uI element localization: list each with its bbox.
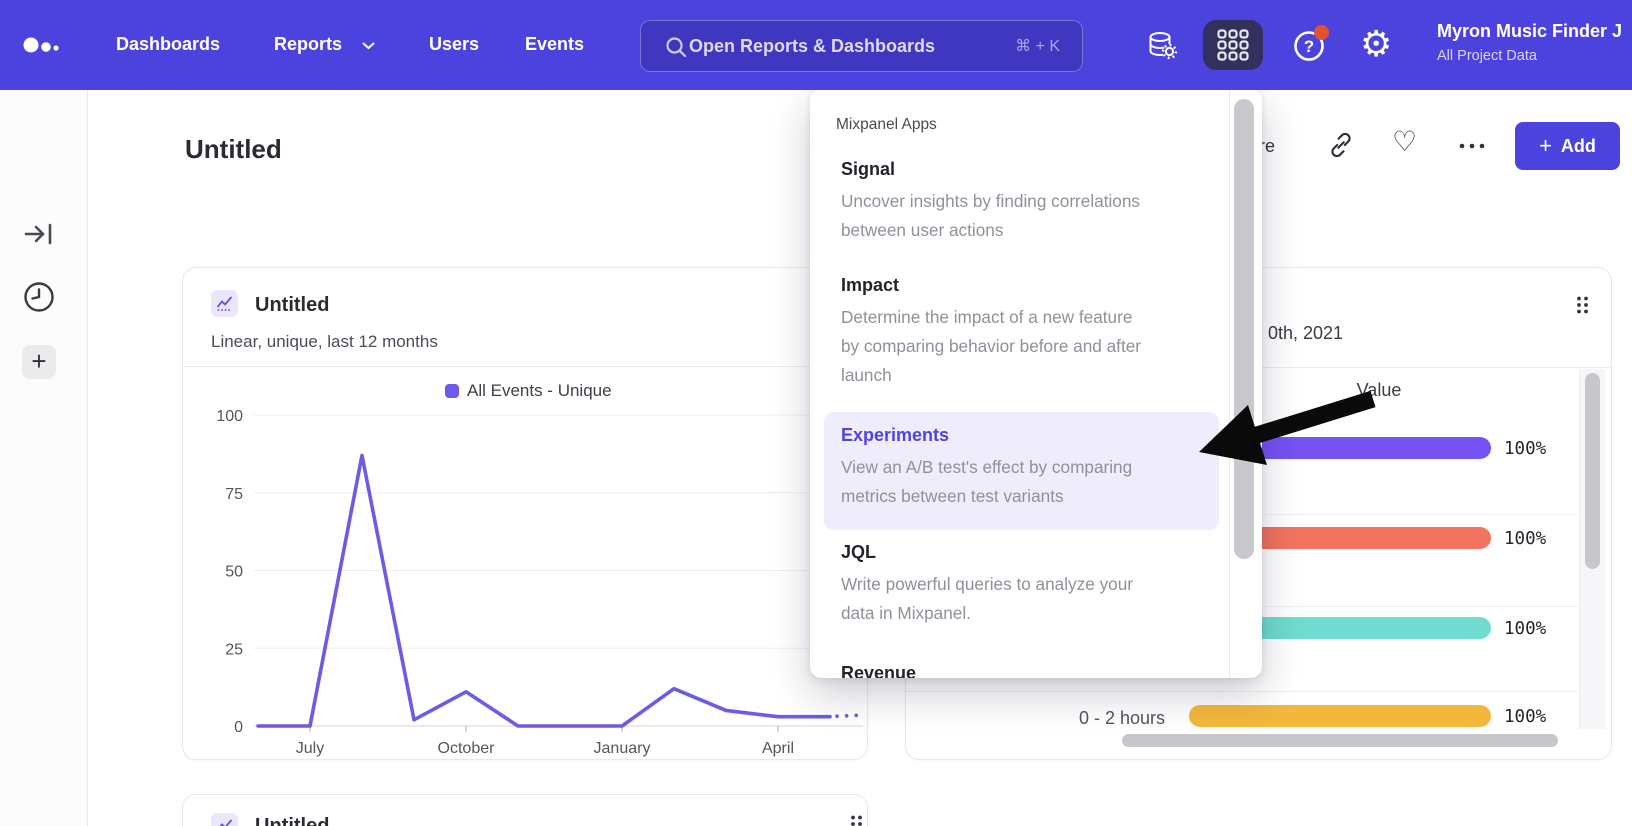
top-navbar: Dashboards Reports Users Events ⌘ + K xyxy=(0,0,1632,90)
plus-icon: + xyxy=(1539,136,1552,156)
settings-gear-icon[interactable]: ⚙ xyxy=(1360,24,1392,64)
svg-text:January: January xyxy=(594,740,651,757)
chevron-down-icon xyxy=(362,42,375,50)
insights-report-icon xyxy=(211,813,238,826)
svg-text:July: July xyxy=(296,740,324,757)
add-board-button[interactable]: + xyxy=(22,345,56,379)
value-percent: 100% xyxy=(1504,707,1546,727)
vertical-scrollbar xyxy=(1579,369,1605,729)
add-button[interactable]: + Add xyxy=(1515,122,1620,170)
card-subtitle: Linear, unique, last 12 months xyxy=(211,332,438,352)
svg-text:?: ? xyxy=(1304,37,1314,56)
favorite-heart-icon[interactable]: ♡ xyxy=(1392,128,1417,156)
apps-menu-button[interactable] xyxy=(1203,20,1263,70)
data-management-icon[interactable] xyxy=(1146,29,1178,61)
svg-text:April: April xyxy=(762,740,794,757)
value-percent: 100% xyxy=(1504,619,1546,639)
horizontal-scrollbar-thumb[interactable] xyxy=(1122,734,1558,747)
help-icon[interactable]: ? xyxy=(1290,22,1332,64)
value-column-header: Value xyxy=(1299,380,1459,401)
nav-events[interactable]: Events xyxy=(525,34,584,55)
menu-item-jql[interactable]: JQL Write powerful queries to analyze yo… xyxy=(824,542,1219,628)
menu-item-impact[interactable]: Impact Determine the impact of a new fea… xyxy=(824,275,1219,390)
vertical-scrollbar-thumb[interactable] xyxy=(1585,373,1600,569)
search-icon xyxy=(665,36,687,58)
value-percent: 100% xyxy=(1504,439,1546,459)
search-input[interactable] xyxy=(641,35,1015,58)
nav-dashboards[interactable]: Dashboards xyxy=(116,34,220,55)
svg-text:50: 50 xyxy=(225,564,243,581)
left-sidebar: + xyxy=(0,90,88,826)
svg-text:25: 25 xyxy=(225,641,243,658)
menu-item-experiments[interactable]: Experiments View an A/B test's effect by… xyxy=(824,412,1219,530)
mixpanel-logo-icon[interactable] xyxy=(22,31,66,59)
copy-link-icon[interactable] xyxy=(1328,132,1354,158)
menu-item-revenue[interactable]: Revenue xyxy=(824,663,1219,678)
date-range-fragment: 0th, 2021 xyxy=(1268,323,1343,344)
project-data-label: All Project Data xyxy=(1437,48,1537,64)
nav-reports[interactable]: Reports xyxy=(274,34,342,55)
apps-grid-icon xyxy=(1217,29,1249,61)
value-bar xyxy=(1189,705,1491,727)
svg-text:100: 100 xyxy=(216,408,243,425)
row-label: 0 - 2 hours xyxy=(1006,708,1165,729)
search-shortcut: ⌘ + K xyxy=(1015,36,1082,56)
line-chart: 0 25 50 75 100 July October January April xyxy=(183,368,869,761)
project-name[interactable]: Myron Music Finder J xyxy=(1437,21,1632,42)
menu-item-signal[interactable]: Signal Uncover insights by finding corre… xyxy=(824,159,1219,245)
card-title[interactable]: Untitled xyxy=(255,815,329,826)
divider xyxy=(183,366,867,367)
svg-text:October: October xyxy=(438,740,496,757)
svg-text:0: 0 xyxy=(234,719,243,736)
drag-grip-icon[interactable] xyxy=(849,814,864,826)
mixpanel-dashboard-screen: Dashboards Reports Users Events ⌘ + K xyxy=(0,0,1632,826)
insights-report-icon xyxy=(211,290,238,317)
row-separator xyxy=(906,691,1578,692)
card-title[interactable]: Untitled xyxy=(255,294,329,317)
value-percent: 100% xyxy=(1504,529,1546,549)
apps-menu-title: Mixpanel Apps xyxy=(836,116,937,134)
more-options-icon[interactable] xyxy=(1458,141,1486,151)
menu-scrollbar-thumb[interactable] xyxy=(1234,99,1254,559)
notification-dot xyxy=(1314,25,1329,40)
mixpanel-apps-menu: Mixpanel Apps Signal Uncover insights by… xyxy=(810,89,1262,678)
expand-sidebar-icon[interactable] xyxy=(23,220,57,248)
nav-users[interactable]: Users xyxy=(429,34,479,55)
history-clock-icon[interactable] xyxy=(21,279,57,315)
insight-chart-card-2: Untitled xyxy=(182,794,868,826)
insight-chart-card: Untitled Linear, unique, last 12 months … xyxy=(182,267,868,760)
page-title: Untitled xyxy=(185,134,282,165)
global-search[interactable]: ⌘ + K xyxy=(640,20,1083,72)
svg-text:75: 75 xyxy=(225,486,243,503)
scrollbar-track-edge xyxy=(1229,89,1230,678)
drag-grip-icon[interactable] xyxy=(1575,295,1590,315)
